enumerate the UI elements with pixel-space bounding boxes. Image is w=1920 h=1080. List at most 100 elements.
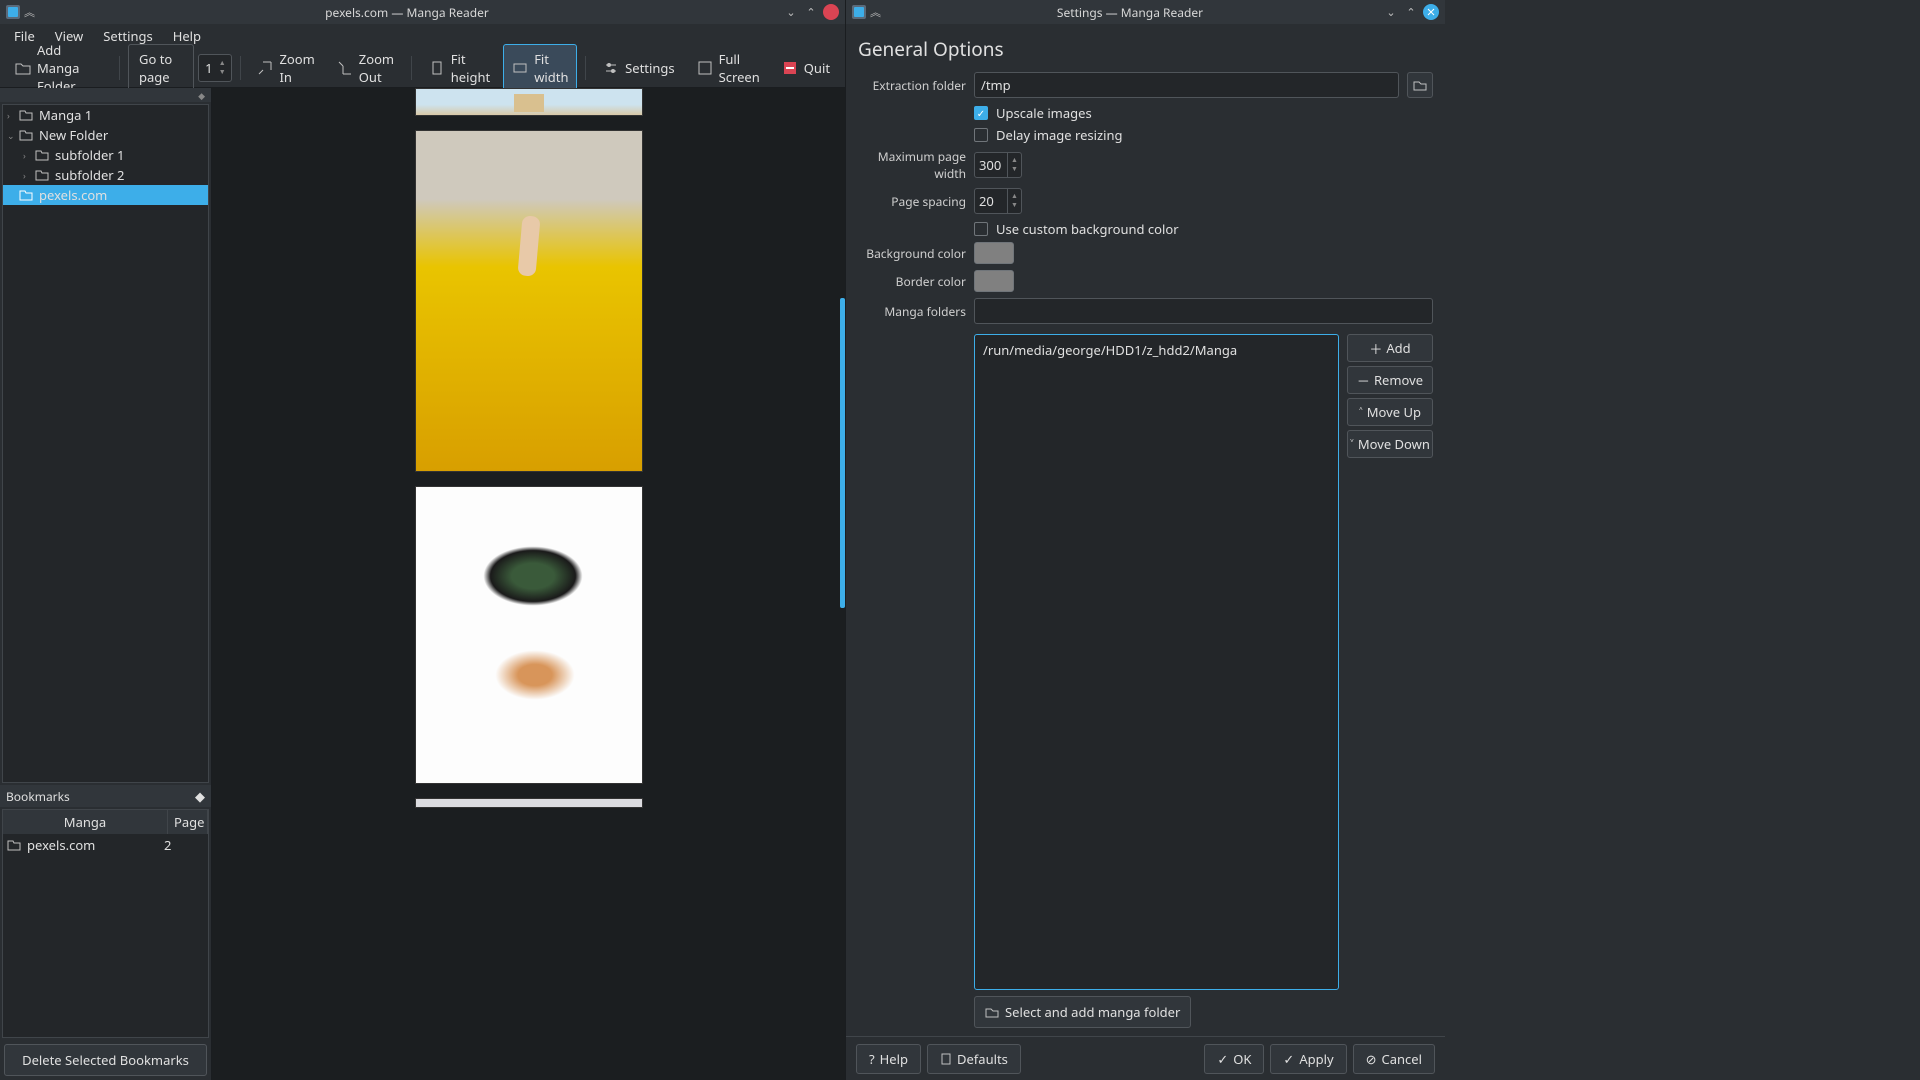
chevron-down-icon: ˅: [1350, 435, 1354, 453]
go-to-page-label: Go to page: [139, 50, 183, 86]
move-down-button[interactable]: ˅Move Down: [1347, 430, 1433, 458]
apply-button[interactable]: ✓Apply: [1270, 1044, 1346, 1074]
upscale-images-row: Upscale images: [858, 104, 1433, 122]
tree-panel: ◆ ›Manga 1⌄New Folder›subfolder 1›subfol…: [0, 88, 211, 785]
maximize-button[interactable]: ⌃: [803, 4, 819, 20]
bg-color-swatch[interactable]: [974, 242, 1014, 264]
ok-button[interactable]: ✓OK: [1204, 1044, 1264, 1074]
full-screen-button[interactable]: Full Screen: [688, 44, 769, 92]
ok-label: OK: [1233, 1050, 1251, 1068]
manga-folders-list[interactable]: /run/media/george/HDD1/z_hdd2/Manga: [974, 334, 1339, 990]
tree-item[interactable]: ›subfolder 2: [3, 165, 208, 185]
folder-icon: [19, 108, 33, 122]
settings-label: Settings: [625, 59, 674, 77]
titlebar-pin-icon[interactable]: ︽: [870, 4, 881, 20]
column-manga[interactable]: Manga: [3, 810, 168, 834]
help-label: Help: [880, 1050, 908, 1068]
bookmarks-header[interactable]: Bookmarks ◆: [0, 785, 211, 807]
zoom-in-button[interactable]: Zoom In: [248, 44, 323, 92]
remove-folder-button[interactable]: －Remove: [1347, 366, 1433, 394]
quit-button[interactable]: Quit: [773, 53, 839, 83]
folder-icon: [35, 148, 49, 162]
settings-button[interactable]: Settings: [594, 53, 683, 83]
manga-page-image: [415, 88, 643, 116]
image-viewer[interactable]: [212, 88, 845, 1080]
custom-bg-checkbox[interactable]: [974, 222, 988, 236]
tree-item[interactable]: ›Manga 1: [3, 105, 208, 125]
chevron-up-icon: ˄: [1359, 403, 1363, 421]
help-button[interactable]: ? Help: [856, 1044, 921, 1074]
close-button[interactable]: [823, 4, 839, 20]
expand-icon[interactable]: ›: [23, 169, 35, 182]
max-page-width-spinbox[interactable]: ▲▼: [974, 152, 1022, 178]
fit-width-label: Fit width: [534, 50, 568, 86]
bookmark-row[interactable]: pexels.com2: [3, 834, 208, 856]
spinbox-arrows[interactable]: ▲▼: [1007, 189, 1021, 213]
add-label: Add: [1386, 339, 1410, 357]
spinbox-arrows[interactable]: ▲▼: [219, 55, 231, 81]
zoom-out-button[interactable]: Zoom Out: [328, 44, 403, 92]
tree-item[interactable]: pexels.com: [3, 185, 208, 205]
content-row: ◆ ›Manga 1⌄New Folder›subfolder 1›subfol…: [0, 88, 845, 1080]
folder-list-item[interactable]: /run/media/george/HDD1/z_hdd2/Manga: [979, 339, 1334, 361]
minimize-button[interactable]: ⌄: [1383, 4, 1399, 20]
extraction-folder-row: Extraction folder: [858, 72, 1433, 98]
move-up-label: Move Up: [1367, 403, 1421, 421]
folder-icon: [19, 188, 33, 202]
page-spacing-spinbox[interactable]: ▲▼: [974, 188, 1022, 214]
add-folder-button[interactable]: ＋Add: [1347, 334, 1433, 362]
select-and-add-folder-button[interactable]: Select and add manga folder: [974, 996, 1191, 1028]
column-page[interactable]: Page: [168, 810, 208, 834]
extraction-folder-input[interactable]: [974, 72, 1399, 98]
main-window-title: pexels.com — Manga Reader: [35, 4, 779, 21]
zoom-in-icon: [257, 60, 273, 76]
minimize-button[interactable]: ⌄: [783, 4, 799, 20]
delay-resizing-checkbox[interactable]: [974, 128, 988, 142]
grip-icon: ◆: [198, 89, 205, 102]
fit-width-icon: [512, 60, 528, 76]
help-icon: ?: [869, 1050, 875, 1068]
page-spacing-input[interactable]: [975, 189, 1007, 213]
move-up-button[interactable]: ˄Move Up: [1347, 398, 1433, 426]
browse-folder-button[interactable]: [1407, 72, 1433, 98]
cancel-button[interactable]: ⊘Cancel: [1353, 1044, 1435, 1074]
page-number-spinbox[interactable]: ▲▼: [198, 54, 232, 82]
fit-height-button[interactable]: Fit height: [420, 44, 499, 92]
expand-icon[interactable]: ›: [23, 149, 35, 162]
fit-height-icon: [429, 60, 445, 76]
upscale-images-checkbox[interactable]: [974, 106, 988, 120]
expand-icon[interactable]: ⌄: [7, 129, 19, 142]
max-page-width-input[interactable]: [975, 153, 1007, 177]
max-page-width-label: Maximum page width: [858, 148, 966, 182]
maximize-button[interactable]: ⌃: [1403, 4, 1419, 20]
app-icon: [852, 5, 866, 19]
spacer: [858, 334, 966, 990]
border-color-swatch[interactable]: [974, 270, 1014, 292]
bookmarks-title: Bookmarks: [6, 788, 195, 805]
go-to-page-button[interactable]: Go to page: [128, 44, 194, 92]
zoom-in-label: Zoom In: [279, 50, 314, 86]
app-icon: [6, 5, 20, 19]
defaults-button[interactable]: Defaults: [927, 1044, 1021, 1074]
scrollbar-thumb[interactable]: [840, 298, 845, 608]
bookmarks-table-head: Manga Page: [3, 810, 208, 834]
tree-item[interactable]: ⌄New Folder: [3, 125, 208, 145]
bookmark-page-cell: 2: [164, 836, 204, 854]
fit-width-button[interactable]: Fit width: [503, 44, 577, 92]
tree-item[interactable]: ›subfolder 1: [3, 145, 208, 165]
folder-tree[interactable]: ›Manga 1⌄New Folder›subfolder 1›subfolde…: [2, 104, 209, 783]
manga-page-image: [415, 486, 643, 784]
delete-bookmarks-button[interactable]: Delete Selected Bookmarks: [4, 1044, 207, 1076]
bookmarks-table: Manga Page pexels.com2: [2, 809, 209, 1038]
spinbox-arrows[interactable]: ▲▼: [1007, 153, 1021, 177]
close-button[interactable]: [1423, 4, 1439, 20]
tree-panel-header[interactable]: ◆: [0, 88, 211, 102]
expand-icon[interactable]: ›: [7, 109, 19, 122]
select-folder-label: Select and add manga folder: [1005, 1003, 1180, 1021]
sidebar: ◆ ›Manga 1⌄New Folder›subfolder 1›subfol…: [0, 88, 212, 1080]
settings-body: General Options Extraction folder Upscal…: [846, 24, 1445, 1036]
add-manga-folder-label: Add Manga Folder: [37, 41, 102, 95]
manga-folders-input[interactable]: [974, 298, 1433, 324]
page-number-input[interactable]: [199, 55, 219, 81]
titlebar-pin-icon[interactable]: ︽: [24, 4, 35, 20]
